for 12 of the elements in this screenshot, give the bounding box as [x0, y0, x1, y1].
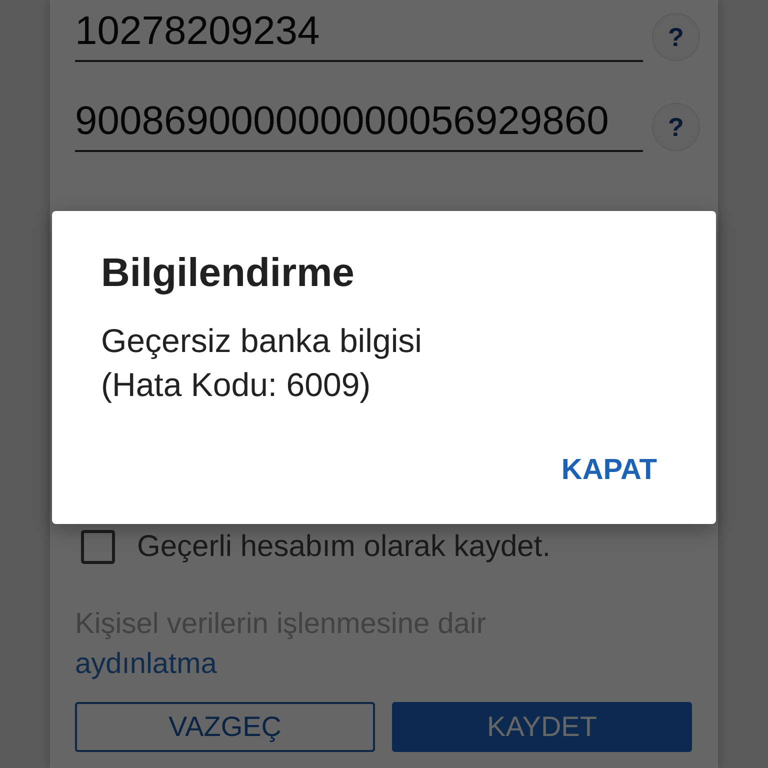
close-button[interactable]: KAPAT [551, 444, 667, 496]
input-field[interactable]: 10278209234 [75, 4, 643, 62]
save-button[interactable]: KAYDET [392, 702, 692, 752]
cancel-button[interactable]: VAZGEÇ [75, 702, 375, 752]
privacy-link[interactable]: aydınlatma [75, 648, 217, 680]
input-field[interactable]: 900869000000000056929860 [75, 94, 643, 152]
checkbox[interactable] [81, 530, 115, 564]
checkbox-label: Geçerli hesabım olarak kaydet. [137, 530, 551, 564]
dialog-message: Geçersiz banka bilgisi (Hata Kodu: 6009) [101, 321, 423, 405]
help-button[interactable]: ? [652, 103, 700, 151]
dialog-title: Bilgilendirme [101, 250, 356, 297]
help-button[interactable]: ? [652, 13, 700, 61]
